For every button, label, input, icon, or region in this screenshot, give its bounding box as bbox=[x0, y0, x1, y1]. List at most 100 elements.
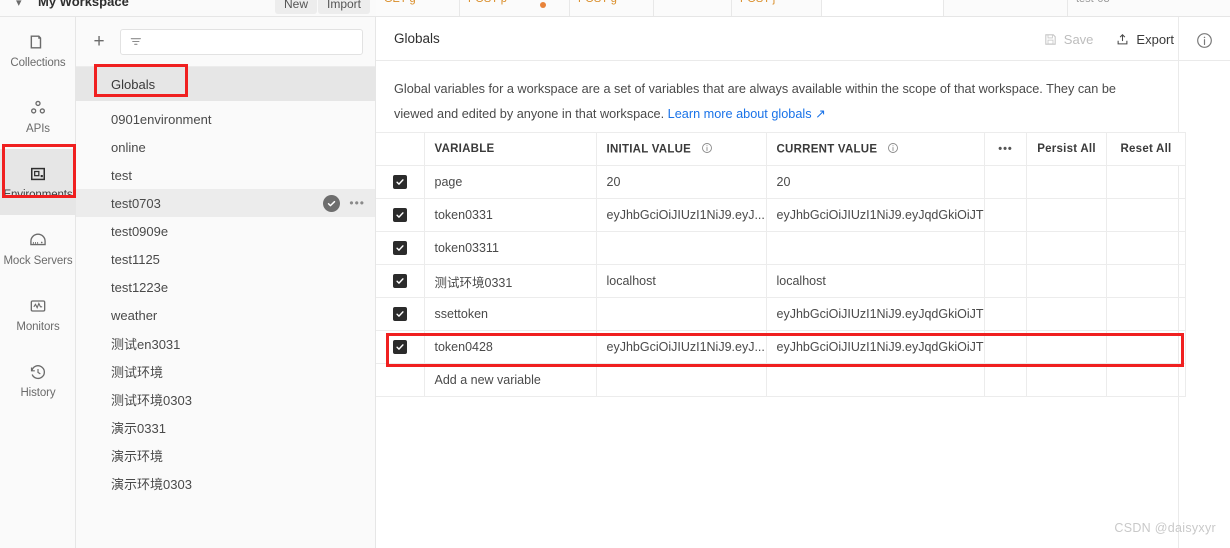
env-list-item[interactable]: 测试环境 bbox=[76, 357, 375, 385]
export-button[interactable]: Export bbox=[1115, 32, 1174, 47]
cell-variable[interactable]: page bbox=[424, 165, 597, 199]
new-button[interactable]: New bbox=[275, 0, 318, 14]
cell-reset[interactable] bbox=[1106, 264, 1186, 298]
cell-reset[interactable] bbox=[1106, 165, 1186, 199]
cell-row-more[interactable] bbox=[984, 330, 1027, 364]
more-options-icon[interactable]: ••• bbox=[349, 197, 365, 209]
column-header-more[interactable]: ••• bbox=[984, 132, 1027, 166]
env-list-item[interactable]: 演示0331 bbox=[76, 413, 375, 441]
env-list-item[interactable]: test1223e bbox=[76, 273, 375, 301]
cell-variable[interactable]: token0428 bbox=[424, 330, 597, 364]
cell-persist[interactable] bbox=[1026, 264, 1107, 298]
cell-persist[interactable] bbox=[1026, 297, 1107, 331]
cell-current-value[interactable] bbox=[766, 231, 985, 265]
add-row-cell-2[interactable] bbox=[984, 363, 1027, 397]
request-tab[interactable]: test-03 bbox=[1068, 0, 1230, 16]
row-checkbox-cell[interactable] bbox=[376, 165, 425, 199]
table-row[interactable]: token03311 bbox=[376, 231, 1186, 265]
sidebar-item-environments[interactable]: Environments bbox=[0, 149, 76, 215]
cell-persist[interactable] bbox=[1026, 198, 1107, 232]
save-button[interactable]: Save bbox=[1043, 32, 1093, 47]
cell-reset[interactable] bbox=[1106, 297, 1186, 331]
cell-persist[interactable] bbox=[1026, 165, 1107, 199]
row-checkbox[interactable] bbox=[392, 307, 407, 322]
cell-initial-value[interactable] bbox=[596, 231, 767, 265]
row-checkbox[interactable] bbox=[392, 175, 407, 190]
env-list-item[interactable]: weather bbox=[76, 301, 375, 329]
learn-more-link[interactable]: Learn more about globals ↗ bbox=[668, 107, 826, 121]
row-checkbox[interactable] bbox=[392, 340, 407, 355]
sidebar-item-apis[interactable]: APIs bbox=[0, 83, 76, 149]
env-list-item-globals[interactable]: Globals bbox=[76, 67, 375, 101]
request-tab[interactable] bbox=[654, 0, 732, 16]
row-checkbox[interactable] bbox=[392, 274, 407, 289]
request-tab-active[interactable] bbox=[822, 0, 944, 16]
sidebar-item-mock-servers[interactable]: Mock Servers bbox=[0, 215, 76, 281]
plus-icon[interactable]: + bbox=[88, 31, 110, 53]
check-circle-icon[interactable] bbox=[323, 194, 341, 212]
cell-row-more[interactable] bbox=[984, 264, 1027, 298]
row-checkbox-cell[interactable] bbox=[376, 231, 425, 265]
add-row-cell-1[interactable] bbox=[766, 363, 985, 397]
persist-all-button[interactable]: Persist All bbox=[1026, 132, 1107, 166]
env-list-item[interactable]: 测试en3031 bbox=[76, 329, 375, 357]
row-checkbox-cell[interactable] bbox=[376, 198, 425, 232]
env-list-item[interactable]: test bbox=[76, 161, 375, 189]
cell-reset[interactable] bbox=[1106, 231, 1186, 265]
request-tab[interactable]: POST g bbox=[570, 0, 654, 16]
cell-initial-value[interactable]: eyJhbGciOiJIUzI1NiJ9.eyJ... bbox=[596, 198, 767, 232]
row-checkbox[interactable] bbox=[392, 208, 407, 223]
cell-initial-value[interactable]: 20 bbox=[596, 165, 767, 199]
add-row-cell-0[interactable] bbox=[596, 363, 767, 397]
add-new-variable-input[interactable]: Add a new variable bbox=[424, 363, 597, 397]
sidebar-item-history[interactable]: History bbox=[0, 347, 76, 413]
add-row-cell-3[interactable] bbox=[1026, 363, 1107, 397]
add-row-cell-4[interactable] bbox=[1106, 363, 1186, 397]
row-checkbox-cell[interactable] bbox=[376, 264, 425, 298]
cell-variable[interactable]: 测试环境0331 bbox=[424, 264, 597, 298]
request-tab[interactable]: GET g bbox=[376, 0, 460, 16]
chevron-down-icon[interactable]: ▾ bbox=[16, 0, 22, 9]
cell-reset[interactable] bbox=[1106, 330, 1186, 364]
sidebar-item-collections[interactable]: Collections bbox=[0, 17, 76, 83]
cell-row-more[interactable] bbox=[984, 297, 1027, 331]
cell-current-value[interactable]: localhost bbox=[766, 264, 985, 298]
cell-persist[interactable] bbox=[1026, 330, 1107, 364]
request-tab[interactable]: POST p bbox=[460, 0, 570, 16]
cell-initial-value[interactable]: eyJhbGciOiJIUzI1NiJ9.eyJ... bbox=[596, 330, 767, 364]
table-row[interactable]: token0428 eyJhbGciOiJIUzI1NiJ9.eyJ... eyJh… bbox=[376, 330, 1186, 364]
env-list-item[interactable]: 演示环境0303 bbox=[76, 469, 375, 497]
cell-variable[interactable]: token03311 bbox=[424, 231, 597, 265]
row-checkbox[interactable] bbox=[392, 241, 407, 256]
table-row[interactable]: token0331 eyJhbGciOiJIUzI1NiJ9.eyJ... eyJh… bbox=[376, 198, 1186, 232]
cell-current-value[interactable]: eyJhbGciOiJIUzI1NiJ9.eyJqdGkiOiJTUU9BMDA… bbox=[766, 297, 985, 331]
workspace-title[interactable]: My Workspace bbox=[38, 0, 129, 9]
env-list-item[interactable]: 演示环境 bbox=[76, 441, 375, 469]
env-list-item[interactable]: 测试环境0303 bbox=[76, 385, 375, 413]
env-list-item[interactable]: test1125 bbox=[76, 245, 375, 273]
row-checkbox-cell[interactable] bbox=[376, 297, 425, 331]
env-list-item[interactable]: 0901environment bbox=[76, 105, 375, 133]
filter-input[interactable] bbox=[120, 28, 363, 55]
cell-current-value[interactable]: eyJhbGciOiJIUzI1NiJ9.eyJqdGkiOiJTUU9BMDA… bbox=[766, 330, 985, 364]
table-row[interactable]: 测试环境0331 localhost localhost bbox=[376, 264, 1186, 298]
env-list-item[interactable]: test0703 ••• bbox=[76, 189, 375, 217]
cell-persist[interactable] bbox=[1026, 231, 1107, 265]
add-new-variable-row[interactable]: Add a new variable bbox=[376, 363, 1186, 397]
request-tab[interactable] bbox=[944, 0, 1068, 16]
sidebar-item-monitors[interactable]: Monitors bbox=[0, 281, 76, 347]
cell-row-more[interactable] bbox=[984, 231, 1027, 265]
cell-row-more[interactable] bbox=[984, 198, 1027, 232]
info-circle-icon[interactable] bbox=[701, 142, 713, 157]
table-row[interactable]: ssettoken eyJhbGciOiJIUzI1NiJ9.eyJqdGkiOi… bbox=[376, 297, 1186, 331]
cell-variable[interactable]: ssettoken bbox=[424, 297, 597, 331]
request-tab[interactable]: POST j bbox=[732, 0, 822, 16]
env-list-item[interactable]: test0909e bbox=[76, 217, 375, 245]
row-checkbox-cell[interactable] bbox=[376, 330, 425, 364]
info-circle-icon[interactable] bbox=[887, 142, 899, 157]
cell-initial-value[interactable] bbox=[596, 297, 767, 331]
cell-reset[interactable] bbox=[1106, 198, 1186, 232]
cell-current-value[interactable]: eyJhbGciOiJIUzI1NiJ9.eyJqdGkiOiJTUU9BMDA… bbox=[766, 198, 985, 232]
import-button[interactable]: Import bbox=[318, 0, 371, 14]
info-circle-icon[interactable] bbox=[1195, 31, 1214, 50]
